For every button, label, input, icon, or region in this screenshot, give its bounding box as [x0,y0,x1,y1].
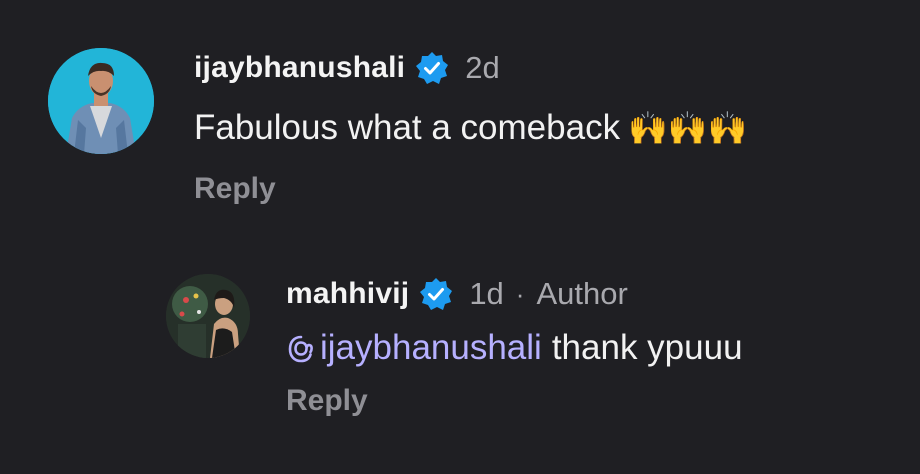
author-label: Author [536,276,628,311]
threads-mention-icon [286,333,316,363]
comment-text: Fabulous what a comeback [194,108,621,147]
username[interactable]: mahhivij [286,277,409,311]
timestamp: 1d [469,276,504,311]
separator: · [515,278,525,309]
username[interactable]: ijaybhanushali [194,51,405,85]
verified-badge-icon [415,51,449,85]
reply-button[interactable]: Reply [194,172,748,206]
mention-link[interactable]: ijaybhanushali [320,328,542,368]
avatar[interactable] [166,274,250,358]
avatar-image [166,274,250,358]
avatar-image [48,48,154,154]
reply-button[interactable]: Reply [286,384,743,418]
timestamp: 2d [465,50,500,85]
comment-text: thank ypuuu [551,328,743,367]
avatar[interactable] [48,48,154,154]
raising-hands-emoji: 🙌🙌🙌 [628,109,748,147]
verified-badge-icon [419,277,453,311]
